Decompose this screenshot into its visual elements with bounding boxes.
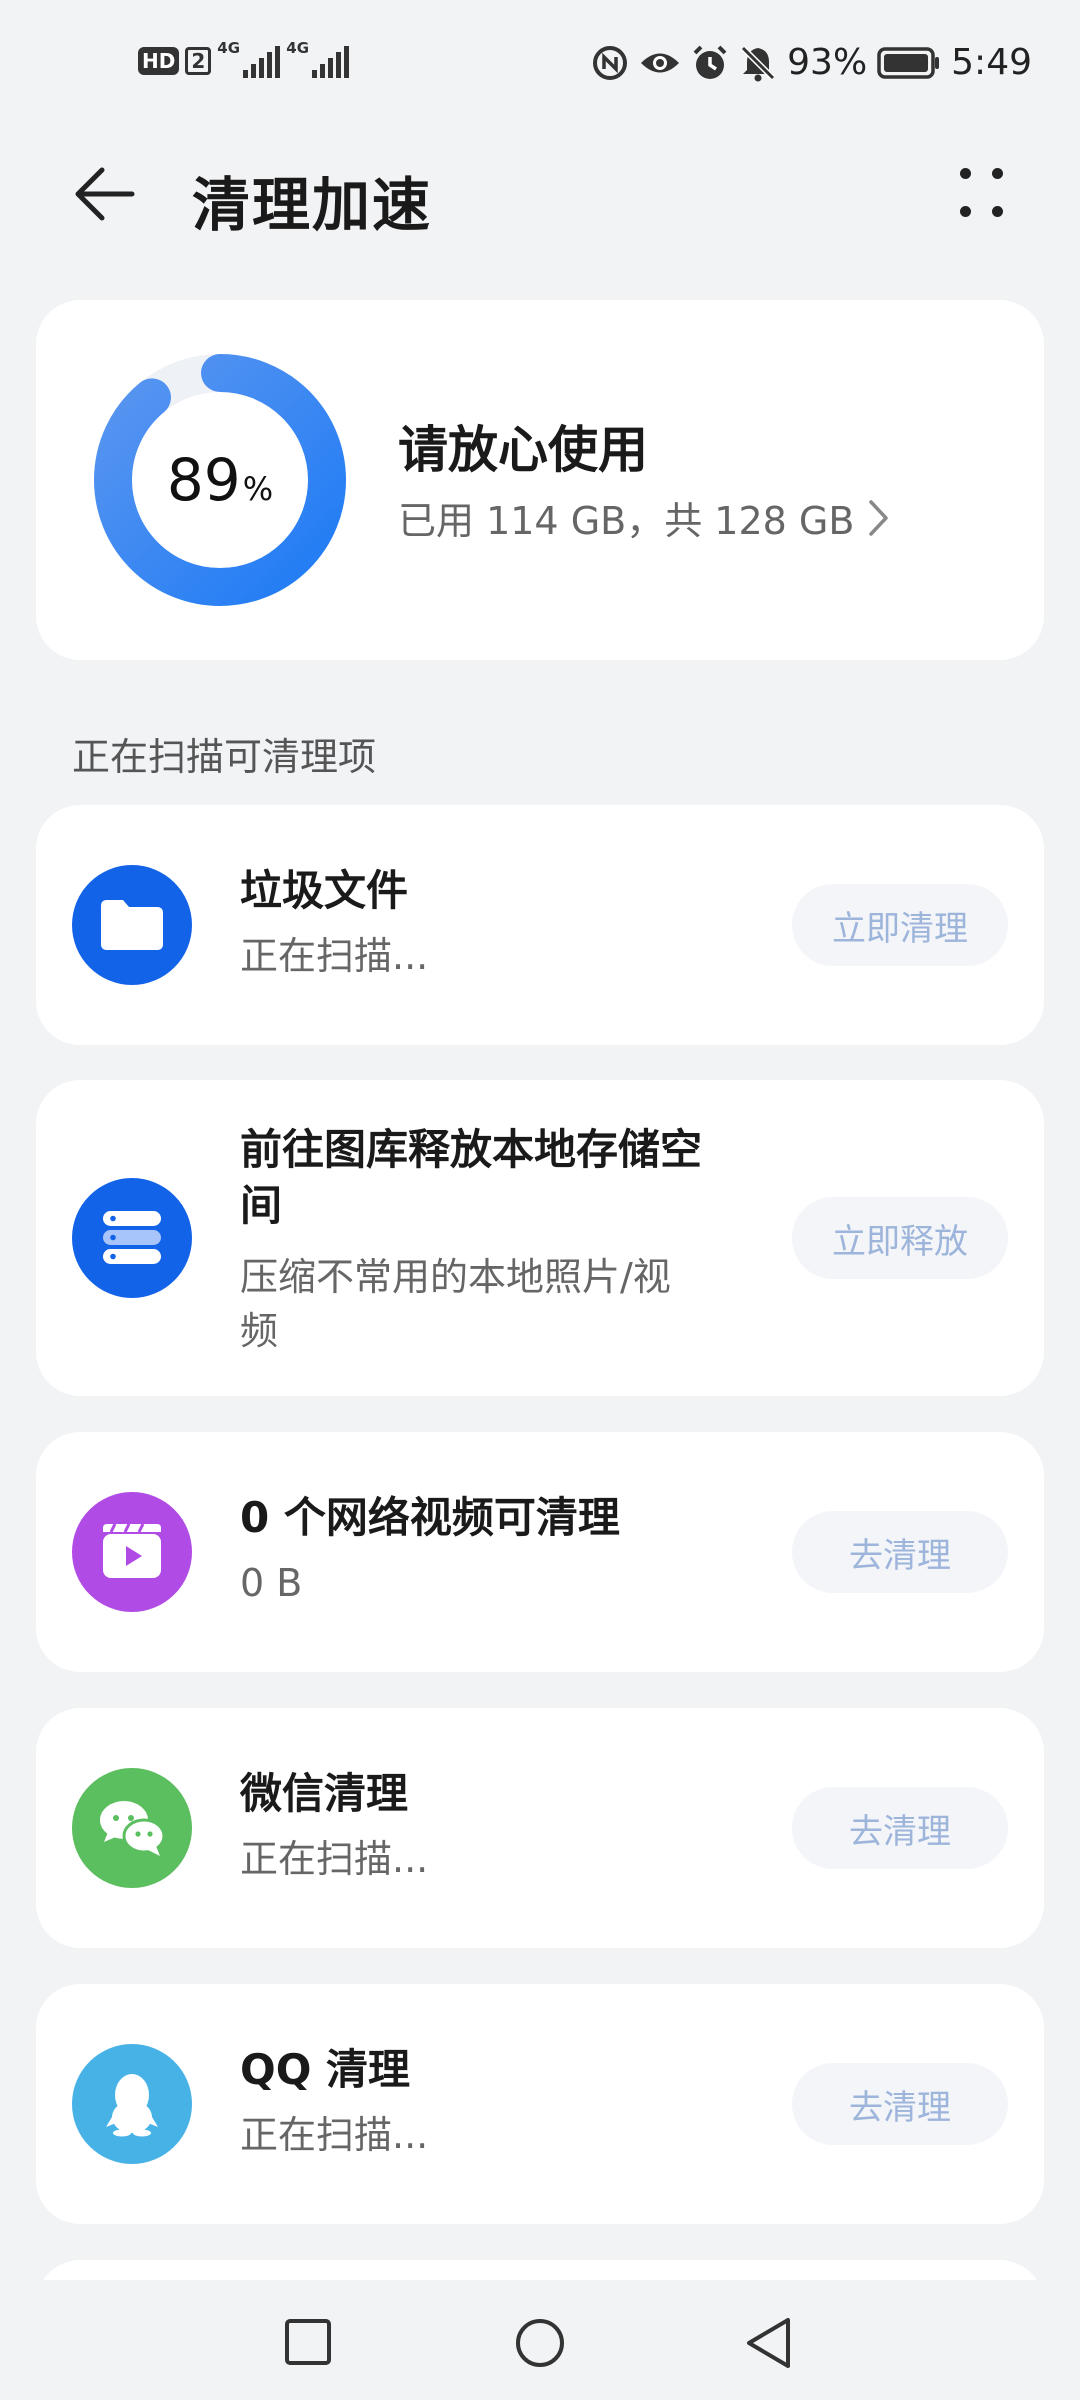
sim-badge: 2 bbox=[185, 47, 212, 75]
back-arrow-icon[interactable] bbox=[70, 164, 140, 224]
storage-status: 请放心使用 bbox=[398, 421, 648, 479]
section-title: 正在扫描可清理项 bbox=[72, 735, 377, 779]
item-title: 微信清理 bbox=[240, 1769, 409, 1818]
more-options-icon[interactable] bbox=[954, 162, 1014, 228]
storage-usage-link[interactable]: 已用 114 GB，共 128 GB bbox=[398, 490, 890, 545]
clock: 5:49 bbox=[951, 42, 1032, 83]
go-clean-button[interactable]: 去清理 bbox=[792, 1511, 1008, 1593]
wechat-icon bbox=[72, 1768, 192, 1888]
home-icon[interactable] bbox=[514, 2317, 566, 2369]
list-item-gallery-storage: 前往图库释放本地存储空 间 压缩不常用的本地照片/视 频 立即释放 bbox=[36, 1080, 1044, 1396]
list-item-wechat: 微信清理 正在扫描... 去清理 bbox=[36, 1708, 1044, 1948]
back-nav-icon[interactable] bbox=[744, 2316, 794, 2370]
qq-icon bbox=[72, 2044, 192, 2164]
status-right: 93% 5:49 bbox=[591, 42, 1032, 83]
item-subtitle: 正在扫描... bbox=[240, 934, 429, 978]
item-subtitle: 正在扫描... bbox=[240, 1837, 429, 1881]
go-clean-button[interactable]: 去清理 bbox=[792, 1787, 1008, 1869]
eye-icon bbox=[641, 53, 680, 72]
signal-icon-2: 4G bbox=[286, 40, 350, 78]
network-type-label-2: 4G bbox=[286, 39, 310, 57]
storage-percent: 89% bbox=[88, 348, 352, 612]
item-title: 0 个网络视频可清理 bbox=[240, 1493, 620, 1542]
hd-badge: HD bbox=[138, 47, 180, 75]
navigation-bar bbox=[0, 2280, 1080, 2400]
status-left: HD 2 4G 4G bbox=[138, 40, 350, 78]
item-subtitle: 压缩不常用的本地照片/视 bbox=[240, 1255, 671, 1299]
go-clean-button[interactable]: 去清理 bbox=[792, 2063, 1008, 2145]
folder-icon bbox=[72, 865, 192, 985]
item-title: QQ 清理 bbox=[240, 2045, 411, 2094]
list-item-qq: QQ 清理 正在扫描... 去清理 bbox=[36, 1984, 1044, 2224]
battery-percent: 93% bbox=[787, 42, 868, 83]
storage-percent-value: 89 bbox=[166, 446, 241, 514]
clean-now-button[interactable]: 立即清理 bbox=[792, 884, 1008, 966]
list-item-network-videos: 0 个网络视频可清理 0 B 去清理 bbox=[36, 1432, 1044, 1672]
storage-usage-text: 已用 114 GB，共 128 GB bbox=[398, 499, 855, 543]
storage-icon bbox=[72, 1178, 192, 1298]
nfc-icon bbox=[593, 45, 628, 80]
storage-card: 89% 请放心使用 已用 114 GB，共 128 GB bbox=[36, 300, 1044, 660]
network-type-label: 4G bbox=[217, 39, 241, 57]
item-title-continued: 间 bbox=[240, 1181, 283, 1230]
item-title: 前往图库释放本地存储空 bbox=[240, 1125, 703, 1174]
app-bar: 清理加速 bbox=[0, 140, 1080, 250]
item-subtitle-continued: 频 bbox=[240, 1309, 279, 1353]
signal-icon: 4G bbox=[217, 40, 281, 78]
alarm-icon bbox=[693, 45, 727, 79]
status-bar: HD 2 4G 4G 93% 5:49 bbox=[0, 0, 1080, 130]
storage-usage-ring: 89% bbox=[88, 348, 352, 612]
mute-icon bbox=[741, 45, 776, 81]
free-up-now-button[interactable]: 立即释放 bbox=[792, 1197, 1008, 1279]
percent-sign: % bbox=[242, 470, 274, 508]
page-title: 清理加速 bbox=[192, 171, 433, 239]
item-title: 垃圾文件 bbox=[240, 866, 409, 915]
list-item-junk-files: 垃圾文件 正在扫描... 立即清理 bbox=[36, 805, 1044, 1045]
item-subtitle: 0 B bbox=[240, 1561, 303, 1605]
battery-icon bbox=[877, 46, 940, 79]
item-subtitle: 正在扫描... bbox=[240, 2113, 429, 2157]
chevron-right-icon bbox=[869, 499, 889, 536]
video-icon bbox=[72, 1492, 192, 1612]
recent-apps-icon[interactable] bbox=[284, 2318, 332, 2366]
